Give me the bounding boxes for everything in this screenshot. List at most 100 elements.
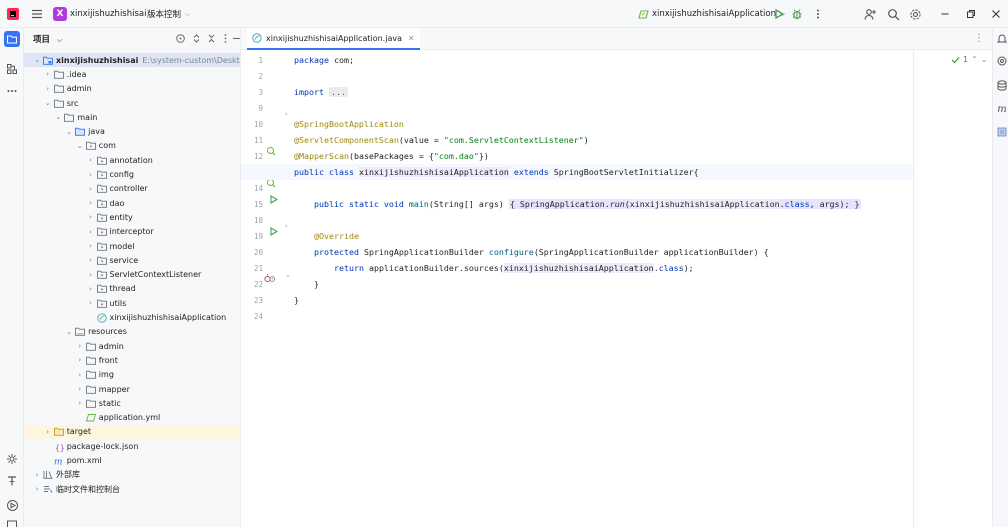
minimize-window-icon[interactable]	[937, 6, 953, 22]
main-menu-icon[interactable]	[30, 7, 44, 21]
tree-item[interactable]: › 外部库	[24, 468, 240, 482]
hide-panel-icon[interactable]	[230, 32, 240, 45]
close-tab-icon[interactable]: ✕	[408, 34, 415, 43]
folded-method-body[interactable]: { SpringApplication.run(xinxijishuzhishi…	[508, 199, 861, 209]
markdown-preview-icon[interactable]	[996, 126, 1008, 138]
chevron-right-icon[interactable]: ›	[75, 385, 85, 393]
chevron-right-icon[interactable]: ›	[43, 428, 53, 436]
tree-item[interactable]: › entity	[24, 210, 240, 224]
tree-item[interactable]: › static	[24, 396, 240, 410]
chevron-down-icon[interactable]: ⌄	[981, 55, 988, 64]
tree-item[interactable]: › config	[24, 167, 240, 181]
more-actions-icon[interactable]	[810, 6, 826, 22]
collapse-all-icon[interactable]	[205, 32, 218, 45]
chevron-right-icon[interactable]: ›	[86, 213, 96, 221]
problems-tool-icon[interactable]	[4, 517, 20, 527]
folded-imports[interactable]: ...	[328, 87, 348, 97]
chevron-right-icon[interactable]: ›	[32, 485, 42, 493]
fold-toggle-icon[interactable]: ›	[285, 222, 288, 230]
tree-item[interactable]: m pom.xml	[24, 453, 240, 467]
chevron-right-icon[interactable]: ›	[75, 371, 85, 379]
services-tool-icon[interactable]	[4, 451, 20, 467]
tree-item[interactable]: › controller	[24, 182, 240, 196]
tree-item[interactable]: › admin	[24, 339, 240, 353]
notifications-icon[interactable]	[996, 32, 1008, 44]
chevron-right-icon[interactable]: ›	[75, 356, 85, 364]
tree-item[interactable]: › model	[24, 239, 240, 253]
chevron-down-icon[interactable]: ⌄	[53, 113, 63, 121]
more-tools-icon[interactable]	[4, 83, 20, 99]
chevron-down-icon[interactable]: ⌄	[64, 128, 74, 136]
add-user-icon[interactable]	[862, 6, 878, 22]
search-icon[interactable]	[885, 6, 901, 22]
tree-item[interactable]: ⌄ src	[24, 96, 240, 110]
chevron-down-icon[interactable]: ⌄	[75, 142, 85, 150]
tree-item[interactable]: › interceptor	[24, 225, 240, 239]
tree-item[interactable]: ⌄ resources	[24, 325, 240, 339]
tab-options-icon[interactable]: ⋮	[974, 33, 984, 44]
tree-item[interactable]: › service	[24, 253, 240, 267]
chevron-up-icon[interactable]: ⌃	[971, 55, 978, 64]
chevron-right-icon[interactable]: ›	[43, 70, 53, 78]
locate-file-icon[interactable]	[174, 32, 187, 45]
tree-item[interactable]: ⌄ java	[24, 125, 240, 139]
settings-gear-icon[interactable]	[907, 6, 923, 22]
tree-item[interactable]: › dao	[24, 196, 240, 210]
chevron-right-icon[interactable]: ›	[86, 271, 96, 279]
restore-window-icon[interactable]	[963, 6, 979, 22]
run-class-gutter-icon[interactable]	[267, 193, 279, 205]
tree-item[interactable]: › front	[24, 353, 240, 367]
chevron-right-icon[interactable]: ›	[86, 299, 96, 307]
project-switcher[interactable]: xinxijishuzhishisai ⌵	[70, 0, 156, 28]
tree-item[interactable]: ⌄ xinxijishuzhishisai E:\system-custom\Des…	[24, 53, 240, 68]
chevron-down-icon[interactable]: ⌄	[43, 99, 53, 107]
terminal-tool-icon[interactable]	[4, 473, 20, 489]
structure-tool-icon[interactable]	[4, 61, 20, 77]
chevron-right-icon[interactable]: ›	[75, 342, 85, 350]
debug-icon[interactable]	[789, 6, 805, 22]
chevron-right-icon[interactable]: ›	[86, 242, 96, 250]
project-view-selector[interactable]: 项目 ⌵	[33, 33, 62, 45]
run-icon[interactable]	[771, 6, 787, 22]
tree-item[interactable]: › img	[24, 368, 240, 382]
tree-item[interactable]: › .idea	[24, 67, 240, 81]
chevron-right-icon[interactable]: ›	[43, 85, 53, 93]
spring-bean-gutter-icon[interactable]	[265, 145, 277, 157]
tree-item[interactable]: application.yml	[24, 411, 240, 425]
run-main-gutter-icon[interactable]	[267, 225, 279, 237]
tree-item[interactable]: › utils	[24, 296, 240, 310]
ai-assistant-icon[interactable]	[996, 55, 1008, 67]
tree-item[interactable]: › ServletContextListener	[24, 268, 240, 282]
chevron-down-icon[interactable]: ⌄	[32, 56, 42, 64]
chevron-right-icon[interactable]: ›	[86, 256, 96, 264]
tree-item[interactable]: › 临时文件和控制台	[24, 482, 240, 496]
close-window-icon[interactable]	[988, 6, 1004, 22]
tree-item[interactable]: › admin	[24, 82, 240, 96]
code-area[interactable]: package com; import ... @SpringBootAppli…	[241, 50, 914, 527]
chevron-down-icon[interactable]: ⌄	[64, 328, 74, 336]
run-configuration-selector[interactable]: xinxijishuzhishisaiApplication ⌵	[638, 0, 785, 28]
tree-item[interactable]: › annotation	[24, 153, 240, 167]
maven-icon[interactable]: m	[996, 103, 1008, 115]
run-tool-icon[interactable]	[4, 497, 20, 513]
chevron-right-icon[interactable]: ›	[75, 399, 85, 407]
fold-toggle-icon[interactable]: ⌄	[285, 271, 291, 279]
tree-item[interactable]: › mapper	[24, 382, 240, 396]
database-icon[interactable]	[996, 79, 1008, 91]
tree-item[interactable]: {} package-lock.json	[24, 439, 240, 453]
chevron-right-icon[interactable]: ›	[86, 156, 96, 164]
chevron-right-icon[interactable]: ›	[86, 285, 96, 293]
fold-toggle-icon[interactable]: ›	[285, 110, 288, 118]
editor-tab-application-java[interactable]: xinxijishuzhishisaiApplication.java ✕	[247, 28, 420, 50]
tree-item[interactable]: xinxijishuzhishisaiApplication	[24, 310, 240, 324]
chevron-right-icon[interactable]: ›	[86, 199, 96, 207]
vcs-menu[interactable]: 版本控制 ⌵	[147, 0, 190, 28]
chevron-right-icon[interactable]: ›	[32, 471, 42, 479]
project-tool-icon[interactable]	[4, 31, 20, 47]
tree-item[interactable]: › target	[24, 424, 240, 440]
tree-item[interactable]: › thread	[24, 282, 240, 296]
chevron-right-icon[interactable]: ›	[86, 171, 96, 179]
override-method-gutter-icon[interactable]	[263, 273, 275, 285]
inspection-widget[interactable]: 1 ⌃ ⌄	[951, 55, 988, 64]
tree-item[interactable]: ⌄ com	[24, 139, 240, 153]
